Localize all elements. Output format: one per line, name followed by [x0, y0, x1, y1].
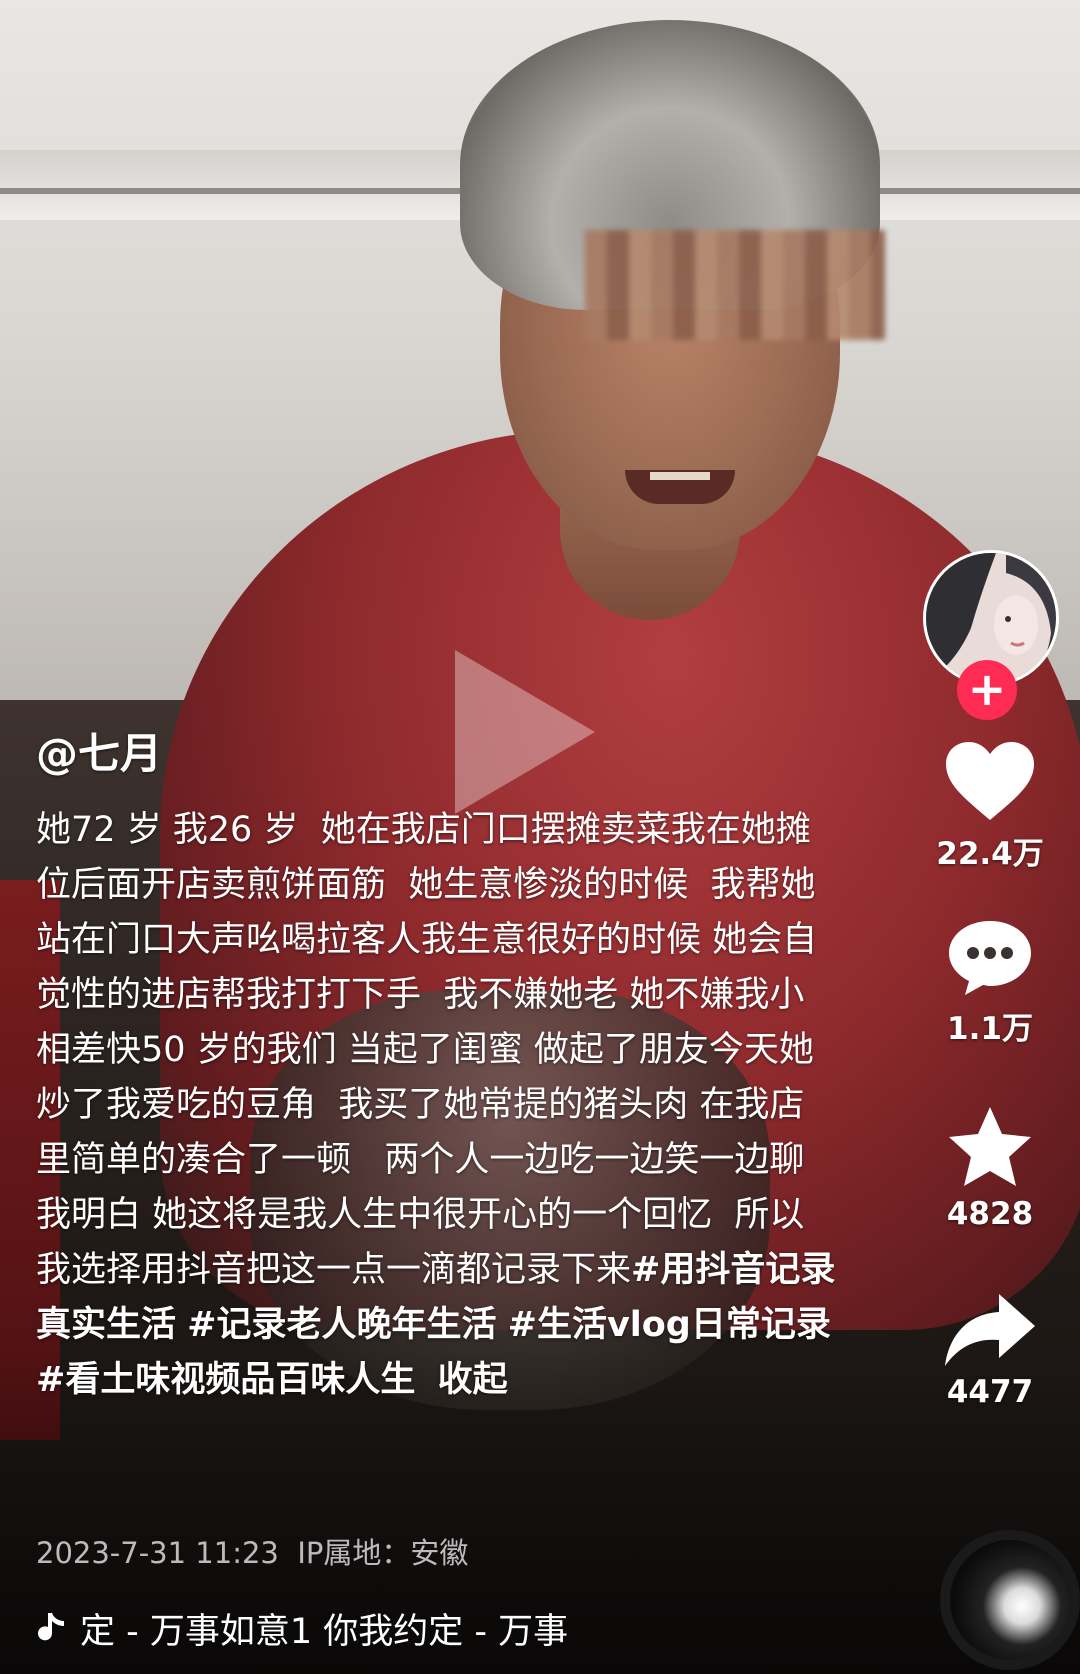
post-meta: 2023-7-31 11:23 IP属地：安徽 [36, 1530, 468, 1572]
creator-avatar-group: + [923, 550, 1059, 720]
face-mosaic-blur [585, 230, 885, 340]
hashtag-2[interactable]: #记录老人晚年生活 [187, 1305, 496, 1345]
music-title[interactable]: 定 - 万事如意1 你我约定 - 万事 [80, 1603, 568, 1654]
creator-username[interactable]: @七月 [36, 720, 836, 781]
caption-text: 她72 岁 我26 岁 她在我店门口摆摊卖菜我在她摊位后面开店卖煎饼面筋 她生意… [36, 803, 836, 1408]
hashtag-4[interactable]: #看土味视频品百味人生 [36, 1360, 415, 1400]
share-action[interactable]: 4477 [943, 1292, 1037, 1410]
music-disc-icon[interactable] [940, 1530, 1080, 1670]
music-note-icon [36, 1611, 66, 1645]
ip-location: IP属地：安徽 [297, 1536, 469, 1570]
like-count: 22.4万 [936, 836, 1044, 872]
action-rail: + 22.4万 1.1万 4828 4477 [905, 550, 1075, 1410]
star-icon[interactable] [945, 1104, 1035, 1190]
follow-button[interactable]: + [957, 660, 1017, 720]
caption-body: 她72 岁 我26 岁 她在我店门口摆摊卖菜我在她摊位后面开店卖煎饼面筋 她生意… [36, 810, 827, 1290]
music-bar[interactable]: 定 - 万事如意1 你我约定 - 万事 [36, 1600, 656, 1656]
post-date: 2023-7-31 11:23 [36, 1536, 279, 1570]
comment-icon[interactable] [945, 917, 1035, 997]
share-arrow-icon[interactable] [943, 1292, 1037, 1368]
comment-count: 1.1万 [947, 1011, 1033, 1047]
caption-block: @七月 她72 岁 我26 岁 她在我店门口摆摊卖菜我在她摊位后面开店卖煎饼面筋… [36, 720, 836, 1408]
hashtag-3[interactable]: #生活vlog日常记录 [508, 1305, 831, 1345]
heart-icon[interactable] [944, 740, 1036, 822]
favorite-action[interactable]: 4828 [945, 1104, 1035, 1232]
share-count: 4477 [946, 1374, 1034, 1410]
collapse-link[interactable]: 收起 [438, 1360, 508, 1400]
like-action[interactable]: 22.4万 [936, 740, 1044, 873]
teeth [650, 472, 710, 480]
comment-action[interactable]: 1.1万 [945, 917, 1035, 1048]
favorite-count: 4828 [946, 1196, 1034, 1232]
